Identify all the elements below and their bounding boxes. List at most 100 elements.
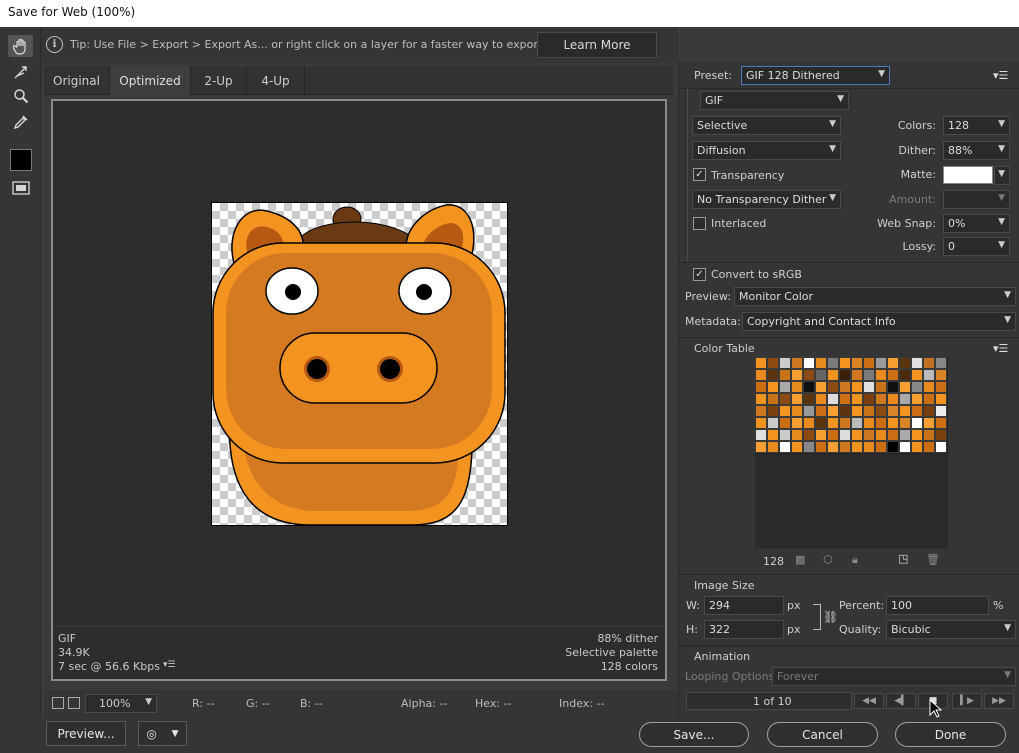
color-swatch[interactable] bbox=[839, 429, 851, 441]
preset-select[interactable]: GIF 128 Dithered ▼ bbox=[741, 66, 890, 85]
color-swatch[interactable] bbox=[767, 405, 779, 417]
width-input[interactable]: 294 bbox=[704, 596, 784, 615]
color-swatch[interactable] bbox=[827, 381, 839, 393]
color-swatch[interactable] bbox=[767, 441, 779, 453]
color-swatch[interactable] bbox=[863, 381, 875, 393]
dither-select[interactable]: 88% ▼ bbox=[943, 141, 1010, 160]
color-swatch[interactable] bbox=[863, 429, 875, 441]
color-swatch[interactable] bbox=[911, 405, 923, 417]
zoom-out-icon[interactable] bbox=[52, 697, 64, 709]
color-swatch[interactable] bbox=[827, 357, 839, 369]
browser-select-button[interactable]: ◎ ▼ bbox=[138, 721, 187, 746]
color-swatch[interactable] bbox=[923, 441, 935, 453]
interlaced-checkbox[interactable] bbox=[693, 217, 706, 230]
color-swatch[interactable] bbox=[887, 417, 899, 429]
transparency-dither-select[interactable]: No Transparency Dither ▼ bbox=[692, 190, 841, 209]
map-to-transparent-icon[interactable]: ▩ bbox=[795, 553, 805, 566]
color-swatch[interactable] bbox=[803, 369, 815, 381]
convert-srgb-checkbox[interactable]: ✓ bbox=[693, 268, 706, 281]
color-swatch[interactable] bbox=[815, 369, 827, 381]
color-swatch[interactable] bbox=[923, 357, 935, 369]
color-swatch[interactable] bbox=[827, 369, 839, 381]
color-swatch[interactable] bbox=[767, 381, 779, 393]
color-swatch[interactable] bbox=[815, 441, 827, 453]
delete-color-icon[interactable]: 🗑︎ bbox=[926, 553, 940, 566]
last-frame-icon[interactable]: ▶▶ bbox=[984, 693, 1014, 709]
color-swatch[interactable] bbox=[827, 405, 839, 417]
color-swatch[interactable] bbox=[851, 369, 863, 381]
previous-frame-icon[interactable]: ◀▍ bbox=[886, 693, 916, 709]
color-swatch[interactable] bbox=[899, 369, 911, 381]
color-swatch[interactable] bbox=[935, 369, 947, 381]
tab-4-up[interactable]: 4-Up bbox=[247, 66, 305, 95]
lossy-select[interactable]: 0 ▼ bbox=[943, 237, 1010, 256]
color-swatch[interactable] bbox=[887, 405, 899, 417]
color-swatch[interactable] bbox=[791, 357, 803, 369]
color-swatch[interactable] bbox=[851, 417, 863, 429]
lock-color-icon[interactable]: 🔒︎ bbox=[852, 553, 858, 567]
color-swatch[interactable] bbox=[791, 441, 803, 453]
zoom-in-icon[interactable] bbox=[68, 697, 80, 709]
color-swatch[interactable] bbox=[767, 417, 779, 429]
color-swatch[interactable] bbox=[935, 381, 947, 393]
color-swatch[interactable] bbox=[839, 405, 851, 417]
color-swatch[interactable] bbox=[803, 393, 815, 405]
amount-select[interactable]: ▼ bbox=[943, 190, 1010, 209]
color-swatch[interactable] bbox=[923, 381, 935, 393]
matte-select[interactable]: ▼ bbox=[994, 166, 1010, 185]
color-swatch[interactable] bbox=[875, 357, 887, 369]
tab-original[interactable]: Original bbox=[44, 66, 110, 95]
color-swatch[interactable] bbox=[827, 393, 839, 405]
color-swatch[interactable] bbox=[839, 441, 851, 453]
color-swatch[interactable] bbox=[851, 429, 863, 441]
color-swatch[interactable] bbox=[863, 357, 875, 369]
quality-select[interactable]: Bicubic ▼ bbox=[886, 620, 1016, 639]
color-swatch[interactable] bbox=[755, 369, 767, 381]
color-table-grid[interactable] bbox=[755, 357, 948, 454]
color-swatch[interactable] bbox=[815, 417, 827, 429]
color-swatch[interactable] bbox=[911, 381, 923, 393]
color-swatch[interactable] bbox=[779, 393, 791, 405]
color-swatch[interactable] bbox=[791, 417, 803, 429]
color-swatch[interactable] bbox=[851, 381, 863, 393]
color-swatch[interactable] bbox=[923, 429, 935, 441]
color-table-menu-icon[interactable]: ▾☰ bbox=[993, 342, 1008, 355]
color-swatch[interactable] bbox=[887, 369, 899, 381]
color-swatch[interactable] bbox=[935, 429, 947, 441]
color-swatch[interactable] bbox=[779, 441, 791, 453]
color-swatch[interactable] bbox=[791, 393, 803, 405]
color-swatch[interactable] bbox=[803, 405, 815, 417]
color-swatch[interactable] bbox=[899, 357, 911, 369]
color-swatch[interactable] bbox=[899, 417, 911, 429]
color-swatch[interactable] bbox=[863, 393, 875, 405]
first-frame-icon[interactable]: ◀◀ bbox=[854, 693, 884, 709]
color-swatch[interactable] bbox=[767, 393, 779, 405]
next-frame-icon[interactable]: ▍▶ bbox=[952, 693, 982, 709]
color-swatch[interactable] bbox=[923, 393, 935, 405]
color-swatch[interactable] bbox=[803, 357, 815, 369]
new-color-icon[interactable]: ◳ bbox=[898, 552, 908, 565]
color-reduction-select[interactable]: Selective ▼ bbox=[692, 116, 841, 135]
preview-color-select[interactable]: Monitor Color ▼ bbox=[734, 287, 1016, 306]
color-swatch[interactable] bbox=[863, 417, 875, 429]
matte-color-swatch[interactable] bbox=[943, 166, 993, 184]
transparency-checkbox[interactable]: ✓ bbox=[693, 168, 706, 181]
color-swatch[interactable] bbox=[935, 357, 947, 369]
color-swatch[interactable] bbox=[935, 441, 947, 453]
color-swatch[interactable] bbox=[875, 405, 887, 417]
color-swatch[interactable] bbox=[923, 405, 935, 417]
color-swatch[interactable] bbox=[899, 429, 911, 441]
color-swatch[interactable] bbox=[851, 393, 863, 405]
eyedropper-tool-icon[interactable] bbox=[8, 111, 33, 133]
color-swatch[interactable] bbox=[803, 441, 815, 453]
color-swatch[interactable] bbox=[935, 393, 947, 405]
looping-options-select[interactable]: Forever ▼ bbox=[772, 667, 1016, 686]
color-swatch[interactable] bbox=[767, 357, 779, 369]
toggle-slices-visibility-icon[interactable] bbox=[8, 177, 33, 199]
color-swatch[interactable] bbox=[815, 405, 827, 417]
color-swatch[interactable] bbox=[839, 393, 851, 405]
color-swatch[interactable] bbox=[755, 405, 767, 417]
zoom-tool-icon[interactable] bbox=[8, 85, 33, 107]
color-swatch[interactable] bbox=[815, 381, 827, 393]
save-button[interactable]: Save... bbox=[639, 722, 749, 747]
